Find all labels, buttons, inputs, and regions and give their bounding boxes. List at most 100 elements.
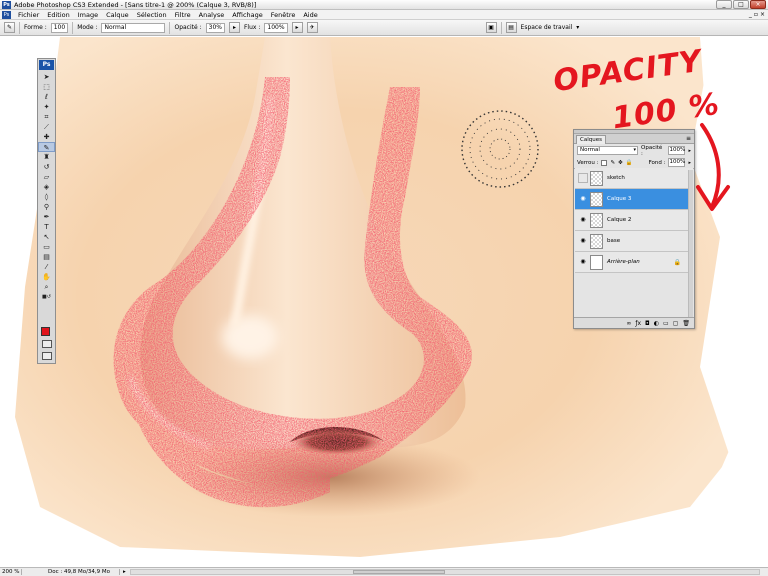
blend-mode-value: Normal xyxy=(580,147,600,153)
eye-icon[interactable]: ◉ xyxy=(578,257,588,267)
brush-tool-icon[interactable]: ✎ xyxy=(38,142,55,152)
status-menu-arrow-icon[interactable]: ▸ xyxy=(120,569,129,575)
palette-well-icon[interactable]: ▣ xyxy=(485,22,497,33)
menu-edition[interactable]: Edition xyxy=(43,11,74,19)
scrollbar-thumb[interactable] xyxy=(353,570,445,574)
doc-close-icon[interactable]: × xyxy=(760,11,765,18)
lock-all-icon[interactable]: 🔒 xyxy=(626,160,633,166)
menu-fichier[interactable]: Fichier xyxy=(14,11,43,19)
airbrush-icon[interactable]: ✈ xyxy=(306,22,318,33)
brush-size-picker[interactable]: 100 xyxy=(50,22,69,33)
lasso-tool-icon[interactable]: ℓ xyxy=(38,92,55,102)
doc-minimize-icon[interactable]: _ xyxy=(749,11,752,18)
lock-position-icon[interactable]: ✥ xyxy=(618,160,623,166)
layer-row-base[interactable]: ◉ base xyxy=(575,231,693,252)
ps-logo-icon[interactable]: Ps xyxy=(39,60,54,70)
horizontal-scrollbar[interactable] xyxy=(130,569,760,575)
marquee-tool-icon[interactable]: ⬚ xyxy=(38,82,55,92)
lock-pixels-icon[interactable]: ✎ xyxy=(610,160,615,166)
hand-tool-icon[interactable]: ✋ xyxy=(38,272,55,282)
menu-calque[interactable]: Calque xyxy=(102,11,133,19)
path-selection-tool-icon[interactable]: ↖ xyxy=(38,232,55,242)
quick-mask-icon[interactable] xyxy=(42,340,52,348)
panel-tab-row: Calques ≡ xyxy=(574,134,694,144)
blur-tool-icon[interactable]: ◊ xyxy=(38,192,55,202)
layer-opacity-input[interactable]: 100% xyxy=(668,146,686,155)
mode-select[interactable]: Normal xyxy=(101,22,166,33)
pen-tool-icon[interactable]: ✒ xyxy=(38,212,55,222)
panel-menu-icon[interactable]: ≡ xyxy=(686,135,691,142)
chevron-down-icon[interactable]: ▾ xyxy=(576,24,579,31)
document-controls: _ ▫ × xyxy=(749,11,765,18)
menu-selection[interactable]: Sélection xyxy=(133,11,171,19)
flow-slider-arrow-icon[interactable]: ▸ xyxy=(291,22,303,33)
type-tool-icon[interactable]: T xyxy=(38,222,55,232)
move-tool-icon[interactable]: ➤ xyxy=(38,72,55,82)
chevron-down-icon: ▾ xyxy=(633,147,637,153)
trash-icon[interactable]: 🗑 xyxy=(682,320,690,327)
paint-bucket-tool-icon[interactable]: ◈ xyxy=(38,182,55,192)
healing-brush-tool-icon[interactable]: ✚ xyxy=(38,132,55,142)
workspace-menu[interactable]: Espace de travail xyxy=(521,24,573,31)
swap-colors-icon[interactable]: ■↺ xyxy=(38,292,55,302)
menu-analyse[interactable]: Analyse xyxy=(195,11,229,19)
layer-style-icon[interactable]: ƒx xyxy=(635,320,641,327)
menu-image[interactable]: Image xyxy=(74,11,102,19)
shape-tool-icon[interactable]: ▭ xyxy=(38,242,55,252)
panel-scrollbar[interactable] xyxy=(688,170,693,317)
menu-fenetre[interactable]: Fenêtre xyxy=(267,11,300,19)
notes-tool-icon[interactable]: ▤ xyxy=(38,252,55,262)
eye-icon[interactable]: ◉ xyxy=(578,236,588,246)
adjustment-layer-icon[interactable]: ◐ xyxy=(654,320,659,327)
eraser-tool-icon[interactable]: ▱ xyxy=(38,172,55,182)
foreground-color-swatch[interactable] xyxy=(41,327,50,336)
dodge-tool-icon[interactable]: ⚲ xyxy=(38,202,55,212)
layer-row-calque-2[interactable]: ◉ Calque 2 xyxy=(575,210,693,231)
maximize-button[interactable]: □ xyxy=(733,0,749,9)
menu-aide[interactable]: Aide xyxy=(299,11,321,19)
crop-tool-icon[interactable]: ⌗ xyxy=(38,112,55,122)
minimize-button[interactable]: _ xyxy=(716,0,732,9)
new-group-icon[interactable]: ▭ xyxy=(663,320,669,327)
options-bar: ✎ Forme : 100 Mode : Normal Opacité : 30… xyxy=(0,20,768,36)
brush-tool-preset-icon[interactable]: ✎ xyxy=(4,22,15,33)
fill-slider-arrow-icon[interactable]: ▸ xyxy=(688,160,691,166)
eyedropper-tool-icon[interactable]: ⁄ xyxy=(38,262,55,272)
opacity-input[interactable]: 30% xyxy=(205,22,225,33)
layer-thumbnail xyxy=(590,191,603,207)
link-layers-icon[interactable]: ∞ xyxy=(626,320,631,327)
close-button[interactable]: × xyxy=(750,0,766,9)
opacity-slider-arrow-icon[interactable]: ▸ xyxy=(228,22,240,33)
fill-input[interactable]: 100% xyxy=(668,158,686,167)
layer-row-sketch[interactable]: sketch xyxy=(575,168,693,189)
lock-transparency-icon[interactable] xyxy=(601,159,608,166)
opacity-slider-arrow-icon[interactable]: ▸ xyxy=(688,148,691,154)
flow-input[interactable]: 100% xyxy=(264,22,288,33)
magic-wand-tool-icon[interactable]: ✦ xyxy=(38,102,55,112)
eye-icon[interactable]: ◉ xyxy=(578,194,588,204)
mode-label: Mode : xyxy=(77,24,98,31)
visibility-off-icon[interactable] xyxy=(578,173,588,183)
blend-mode-select[interactable]: Normal ▾ xyxy=(577,146,639,155)
menu-filtre[interactable]: Filtre xyxy=(171,11,195,19)
history-brush-tool-icon[interactable]: ↺ xyxy=(38,162,55,172)
layer-name: sketch xyxy=(607,175,625,181)
document-icon[interactable]: Ps xyxy=(2,10,11,19)
layers-panel: Calques ≡ Normal ▾ Opacité : 100% ▸ Verro… xyxy=(573,129,695,329)
separator xyxy=(169,21,171,34)
layer-name: Calque 2 xyxy=(607,217,632,223)
screen-mode-icon[interactable] xyxy=(42,352,52,360)
slice-tool-icon[interactable]: ⟋ xyxy=(38,122,55,132)
new-layer-icon[interactable]: ▢ xyxy=(673,320,679,327)
zoom-level[interactable]: 200 % xyxy=(0,569,22,575)
layer-row-arriere-plan[interactable]: ◉ Arrière-plan 🔒 xyxy=(575,252,693,273)
clone-stamp-tool-icon[interactable]: ♜ xyxy=(38,152,55,162)
layer-row-calque-3[interactable]: ◉ Calque 3 xyxy=(575,189,693,210)
zoom-tool-icon[interactable]: ⌕ xyxy=(38,282,55,292)
layer-mask-icon[interactable]: ◘ xyxy=(645,320,650,327)
doc-restore-icon[interactable]: ▫ xyxy=(754,11,758,18)
tab-calques[interactable]: Calques xyxy=(576,135,606,144)
eye-icon[interactable]: ◉ xyxy=(578,215,588,225)
menu-affichage[interactable]: Affichage xyxy=(228,11,267,19)
workspace-icon[interactable]: ▤ xyxy=(505,22,517,33)
